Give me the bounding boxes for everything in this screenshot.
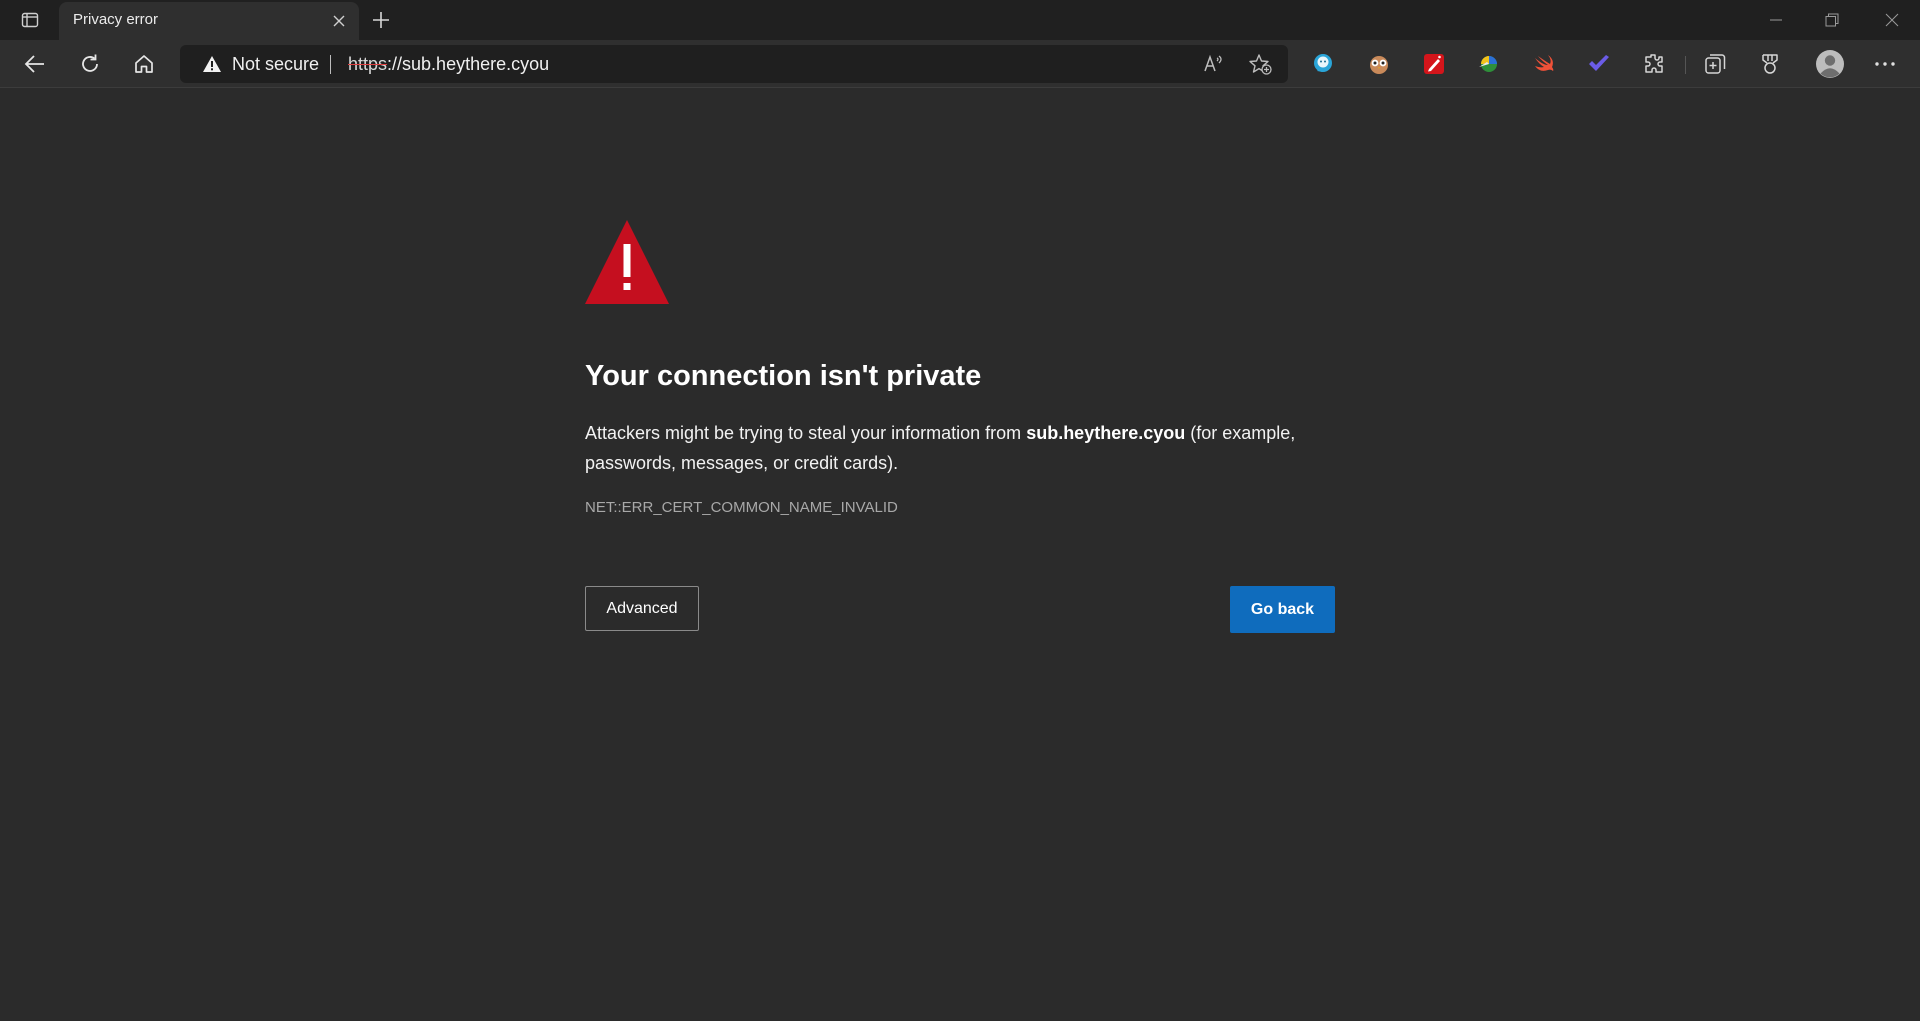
red-pen-extension-icon[interactable]	[1419, 49, 1449, 79]
read-aloud-icon[interactable]	[1197, 48, 1231, 80]
advanced-button[interactable]: Advanced	[585, 586, 699, 631]
page-title: Your connection isn't private	[585, 360, 982, 392]
profile-icon[interactable]	[1813, 47, 1847, 81]
url-host: ://sub.heythere.cyou	[387, 53, 550, 74]
extensions-icon[interactable]	[1639, 49, 1669, 79]
new-tab-icon[interactable]	[367, 6, 395, 34]
home-icon[interactable]	[126, 48, 162, 80]
error-code: NET::ERR_CERT_COMMON_NAME_INVALID	[585, 499, 898, 516]
checkmark-extension-icon[interactable]	[1584, 49, 1614, 79]
message-text-before: Attackers might be trying to steal your …	[585, 423, 1027, 443]
warning-triangle-icon	[585, 220, 669, 304]
message-host: sub.heythere.cyou	[1026, 423, 1186, 443]
collections-icon[interactable]	[1700, 49, 1730, 79]
toolbar: Not secure https://sub.heythere.cyou	[0, 40, 1920, 88]
add-favorite-icon[interactable]	[1243, 48, 1277, 80]
warning-icon	[203, 56, 221, 72]
security-indicator[interactable]: Not secure	[202, 45, 319, 83]
not-secure-label: Not secure	[232, 53, 320, 74]
url-text[interactable]: https://sub.heythere.cyou	[348, 45, 549, 83]
close-window-icon[interactable]	[1864, 0, 1920, 40]
owl-extension-icon[interactable]	[1364, 49, 1394, 79]
tab-privacy-error[interactable]: Privacy error	[59, 2, 359, 40]
toolbar-separator	[1685, 56, 1686, 74]
back-icon[interactable]	[17, 48, 53, 80]
tab-title: Privacy error	[73, 11, 159, 28]
omnibox-divider	[330, 55, 331, 74]
go-back-button[interactable]: Go back	[1230, 586, 1335, 633]
address-bar[interactable]: Not secure https://sub.heythere.cyou	[180, 45, 1288, 83]
url-scheme: https	[348, 53, 388, 74]
rewards-icon[interactable]	[1755, 49, 1785, 79]
chat-extension-icon[interactable]	[1308, 49, 1338, 79]
swift-extension-icon[interactable]	[1529, 49, 1559, 79]
tab-actions-icon[interactable]	[14, 8, 46, 32]
close-tab-icon[interactable]	[329, 11, 349, 31]
restore-icon[interactable]	[1804, 0, 1860, 40]
error-description: Attackers might be trying to steal your …	[585, 418, 1325, 478]
refresh-icon[interactable]	[72, 48, 108, 80]
title-bar: Privacy error	[0, 0, 1920, 40]
minimize-icon[interactable]	[1748, 0, 1804, 40]
color-picker-extension-icon[interactable]	[1474, 49, 1504, 79]
more-icon[interactable]	[1870, 49, 1900, 79]
